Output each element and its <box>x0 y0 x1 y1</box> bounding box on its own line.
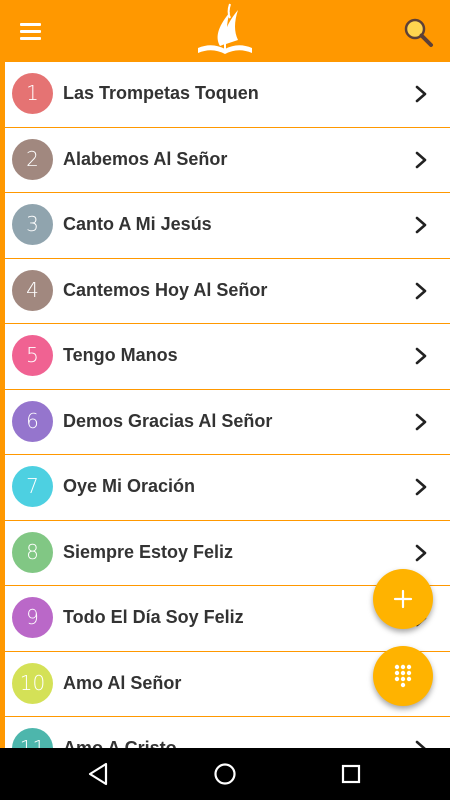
chevron-right-icon <box>415 216 427 234</box>
hymn-title: Oye Mi Oración <box>63 476 196 496</box>
menu-icon <box>20 23 41 26</box>
hymn-number-badge: 9 <box>12 597 53 638</box>
hymn-number-badge: 7 <box>12 466 53 507</box>
hymn-title: Tengo Manos <box>63 345 178 365</box>
list-item[interactable]: 7 Oye Mi Oración <box>5 455 450 521</box>
hymn-title: Canto A Mi Jesús <box>63 214 212 234</box>
hymn-number-badge: 11 <box>12 728 53 748</box>
hymn-title: Las Trompetas Toquen <box>63 83 259 103</box>
home-icon[interactable] <box>210 760 240 788</box>
hymn-title: Siempre Estoy Feliz <box>63 541 234 562</box>
list-item[interactable]: 1 Las Trompetas Toquen <box>5 62 450 128</box>
hymn-number-badge: 2 <box>12 138 53 180</box>
list-item[interactable]: 3 Canto A Mi Jesús <box>5 193 450 259</box>
search-icon[interactable] <box>400 14 436 50</box>
chevron-right-icon <box>415 544 427 561</box>
hymn-number-badge: 1 <box>12 73 53 114</box>
hymn-number-badge: 6 <box>12 400 53 442</box>
chevron-right-icon <box>415 413 427 430</box>
hymn-number-badge: 3 <box>12 204 53 245</box>
hymn-title: Todo El Día Soy Feliz <box>63 607 244 627</box>
list-item[interactable]: 11 Amo A Cristo <box>5 717 450 748</box>
hymn-title: Cantemos Hoy Al Señor <box>63 279 268 300</box>
chevron-right-icon <box>415 347 427 365</box>
adventist-logo <box>198 3 252 54</box>
hymn-title: Amo Al Señor <box>63 672 182 693</box>
chevron-right-icon <box>415 151 427 168</box>
plus-icon <box>393 589 413 609</box>
chevron-right-icon <box>415 740 426 748</box>
dialpad-button[interactable] <box>373 646 433 706</box>
chevron-right-icon <box>415 282 427 299</box>
list-item[interactable]: 5 Tengo Manos <box>5 324 450 390</box>
recents-icon[interactable] <box>336 760 366 788</box>
hymn-number-badge: 10 <box>12 662 53 704</box>
add-button[interactable] <box>373 569 433 629</box>
list-item[interactable]: 4 Cantemos Hoy Al Señor <box>5 258 450 324</box>
list-item[interactable]: 6 Demos Gracias Al Señor <box>5 389 450 455</box>
chevron-right-icon <box>415 85 427 103</box>
dialpad-icon <box>394 664 412 688</box>
chevron-right-icon <box>415 478 427 496</box>
app-bar <box>0 0 450 62</box>
hymn-number-badge: 4 <box>12 269 53 311</box>
hymn-number-badge: 8 <box>12 531 53 573</box>
list-item[interactable]: 2 Alabemos Al Señor <box>5 127 450 193</box>
menu-button[interactable] <box>14 18 48 44</box>
hymn-title: Amo A Cristo <box>63 738 177 748</box>
hymn-number-badge: 5 <box>12 335 53 376</box>
hymn-title: Demos Gracias Al Señor <box>63 410 273 431</box>
system-nav-bar <box>0 748 450 800</box>
back-icon[interactable] <box>84 760 114 788</box>
hymn-title: Alabemos Al Señor <box>63 148 228 169</box>
